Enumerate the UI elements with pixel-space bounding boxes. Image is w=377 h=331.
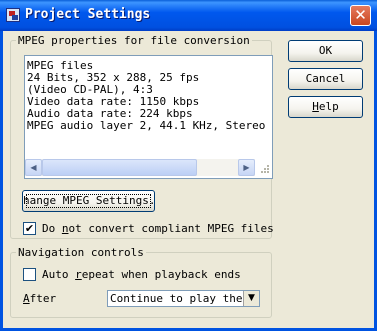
scroll-left-button[interactable]: ◀ [25, 159, 42, 176]
no-convert-label[interactable]: Do not convert compliant MPEG files [42, 222, 274, 235]
window-title: Project Settings [25, 7, 151, 22]
window-border-left [0, 31, 3, 331]
chevron-down-icon: ▼ [248, 293, 255, 303]
no-convert-mnemonic: n [61, 222, 69, 235]
no-convert-checkbox[interactable]: ✔ [23, 222, 36, 235]
ok-label: OK [318, 44, 333, 57]
navigation-controls-group [10, 252, 272, 318]
auto-repeat-checkbox[interactable] [23, 268, 36, 281]
app-icon[interactable] [6, 8, 20, 22]
after-label: After [23, 292, 56, 305]
checkmark-icon: ✔ [24, 222, 35, 235]
after-playback-select[interactable]: Continue to play the n ▼ [107, 290, 260, 307]
help-mnemonic: H [312, 100, 319, 113]
no-convert-label-part: ot convert compliant MPEG files [68, 222, 274, 235]
auto-repeat-label-part: Auto [42, 268, 76, 281]
navigation-group-legend: Navigation controls [16, 246, 146, 259]
dropdown-button[interactable]: ▼ [243, 291, 259, 306]
help-button[interactable]: Help [288, 96, 363, 118]
resize-grip-icon [261, 165, 269, 173]
auto-repeat-label[interactable]: Auto repeat when playback ends [42, 268, 241, 281]
scroll-right-icon: ▶ [243, 163, 250, 172]
scroll-right-button[interactable]: ▶ [238, 159, 255, 176]
cancel-button[interactable]: Cancel [288, 68, 363, 90]
ok-button[interactable]: OK [288, 40, 363, 62]
close-button[interactable]: ✕ [350, 5, 371, 26]
change-mpeg-settings-button[interactable]: hange MPEG Settings... [22, 190, 155, 212]
mpeg-group-legend: MPEG properties for file conversion [16, 34, 252, 47]
change-mpeg-settings-label: hange MPEG Settings... [23, 194, 155, 207]
auto-repeat-mnemonic: r [75, 268, 82, 281]
after-mnemonic: A [23, 292, 30, 305]
mpeg-info-line: MPEG audio layer 2, 44.1 KHz, Stereo [27, 119, 266, 132]
close-icon: ✕ [354, 6, 367, 24]
auto-repeat-label-part: epeat when playback ends [81, 268, 241, 281]
help-label: elp [318, 100, 339, 113]
cancel-label: Cancel [305, 72, 346, 85]
scroll-left-icon: ◀ [30, 163, 37, 172]
no-convert-label-part: Do [42, 222, 62, 235]
after-label-part: fter [29, 292, 57, 305]
after-playback-value: Continue to play the n [110, 292, 256, 305]
scroll-thumb[interactable] [42, 159, 197, 176]
